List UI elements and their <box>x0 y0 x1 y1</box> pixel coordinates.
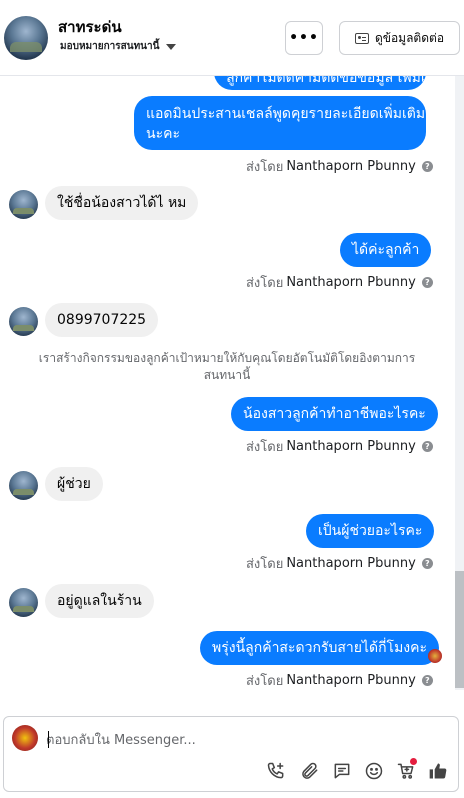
call-add-icon[interactable] <box>265 760 287 782</box>
info-icon[interactable]: ? <box>421 558 433 569</box>
sent-by-prefix: ส่งโดย <box>246 160 284 175</box>
avatar[interactable] <box>9 190 38 219</box>
assign-conversation-dropdown[interactable]: มอบหมายการสนทนานี้ <box>60 39 177 54</box>
info-icon[interactable]: ? <box>421 675 433 686</box>
sender-name[interactable]: Nanthaporn Pbunny <box>286 556 415 571</box>
sent-by-label: ส่งโดย Nanthaporn Pbunny ? <box>246 670 433 691</box>
message-text: ได้ค่ะลูกค้า <box>352 242 420 258</box>
saved-reply-icon[interactable] <box>331 760 353 782</box>
message-text: 0899707225 <box>57 312 147 328</box>
avatar[interactable] <box>4 16 48 60</box>
message-text: อยู่ดูแลในร้าน <box>57 593 142 609</box>
sent-by-prefix: ส่งโดย <box>246 440 284 455</box>
message-text: พรุ่งนี้ลูกค้าสะดวกรับสายได้กี่โมงคะ <box>212 640 428 656</box>
page-avatar <box>12 725 38 751</box>
message-text: น้องสาวลูกค้าทำอาชีพอะไรคะ <box>243 406 426 422</box>
avatar[interactable] <box>9 471 38 500</box>
info-icon[interactable]: ? <box>421 441 433 452</box>
sent-by-label: ส่งโดย Nanthaporn Pbunny ? <box>246 272 433 293</box>
reply-composer <box>3 716 459 792</box>
message-text: แอดมินประสานเชลล์พูดคุยรายละเอียดเพิ่มเต… <box>146 106 426 122</box>
sender-name[interactable]: Nanthaporn Pbunny <box>286 439 415 454</box>
info-icon[interactable]: ? <box>421 277 433 288</box>
sent-by-label: ส่งโดย Nanthaporn Pbunny ? <box>246 553 433 574</box>
view-contact-button[interactable]: ดูข้อมูลติดต่อ <box>339 21 460 55</box>
sender-name[interactable]: Nanthaporn Pbunny <box>286 275 415 290</box>
outgoing-message[interactable]: ลูกค้าไม่ตัดคามีตัดขอข้อมูล เพิ่มเติม <box>214 76 426 90</box>
conversation-header: สาทระด่น มอบหมายการสนทนานี้ ••• ดูข้อมูล… <box>0 0 464 76</box>
avatar[interactable] <box>9 307 38 336</box>
outgoing-message[interactable]: เป็นผู้ช่วยอะไรคะ <box>306 514 435 548</box>
cart-icon[interactable] <box>395 758 417 782</box>
scrollbar-thumb[interactable] <box>455 571 464 688</box>
messenger-conversation: สาทระด่น มอบหมายการสนทนานี้ ••• ดูข้อมูล… <box>0 0 464 798</box>
sent-by-label: ส่งโดย Nanthaporn Pbunny ? <box>246 156 433 177</box>
incoming-message[interactable]: 0899707225 <box>45 303 159 337</box>
notification-dot <box>410 758 417 765</box>
message-text: ลูกค้าไม่ตัดคามีตัดขอข้อมูล เพิ่มเติม <box>226 76 426 86</box>
like-icon[interactable] <box>427 760 449 782</box>
outgoing-message[interactable]: น้องสาวลูกค้าทำอาชีพอะไรคะ <box>231 397 438 431</box>
emoji-icon[interactable] <box>363 760 385 782</box>
sender-name[interactable]: Nanthaporn Pbunny <box>286 159 415 174</box>
assign-label: มอบหมายการสนทนานี้ <box>60 41 160 52</box>
sender-name[interactable]: Nanthaporn Pbunny <box>286 673 415 688</box>
reply-input[interactable] <box>46 730 376 750</box>
message-text: ใช้ชื่อน้องสาวได้ไ หม <box>57 195 187 211</box>
sent-by-prefix: ส่งโดย <box>246 276 284 291</box>
id-card-icon <box>354 32 369 44</box>
outgoing-message[interactable]: ได้ค่ะลูกค้า <box>340 233 432 267</box>
read-receipt-avatar <box>428 649 442 663</box>
page-title: สาทระด่น <box>58 18 122 36</box>
text-cursor <box>48 731 49 748</box>
message-thread[interactable]: ลูกค้าไม่ตัดคามีตัดขอข้อมูล เพิ่มเติม แอ… <box>0 76 454 708</box>
incoming-message[interactable]: ผู้ช่วย <box>45 467 103 501</box>
more-icon: ••• <box>289 30 319 46</box>
message-text: ผู้ช่วย <box>57 476 91 492</box>
system-note: เราสร้างกิจกรรมของลูกค้าเป้าหมายให้กับคุ… <box>38 351 416 382</box>
sent-by-label: ส่งโดย Nanthaporn Pbunny ? <box>246 436 433 457</box>
incoming-message[interactable]: อยู่ดูแลในร้าน <box>45 584 154 618</box>
outgoing-message[interactable]: พรุ่งนี้ลูกค้าสะดวกรับสายได้กี่โมงคะ <box>200 631 440 665</box>
chevron-down-icon <box>166 43 177 50</box>
info-icon[interactable]: ? <box>421 161 433 172</box>
sent-by-prefix: ส่งโดย <box>246 674 284 689</box>
outgoing-message[interactable]: แอดมินประสานเชลล์พูดคุยรายละเอียดเพิ่มเต… <box>134 96 426 150</box>
message-text: เป็นผู้ช่วยอะไรคะ <box>318 523 423 539</box>
view-contact-label: ดูข้อมูลติดต่อ <box>374 30 445 45</box>
sent-by-prefix: ส่งโดย <box>246 557 284 572</box>
attachment-icon[interactable] <box>299 760 321 782</box>
incoming-message[interactable]: ใช้ชื่อน้องสาวได้ไ หม <box>45 186 199 220</box>
more-options-button[interactable]: ••• <box>285 21 323 55</box>
message-text: นะคะ <box>146 126 180 142</box>
avatar[interactable] <box>9 588 38 617</box>
